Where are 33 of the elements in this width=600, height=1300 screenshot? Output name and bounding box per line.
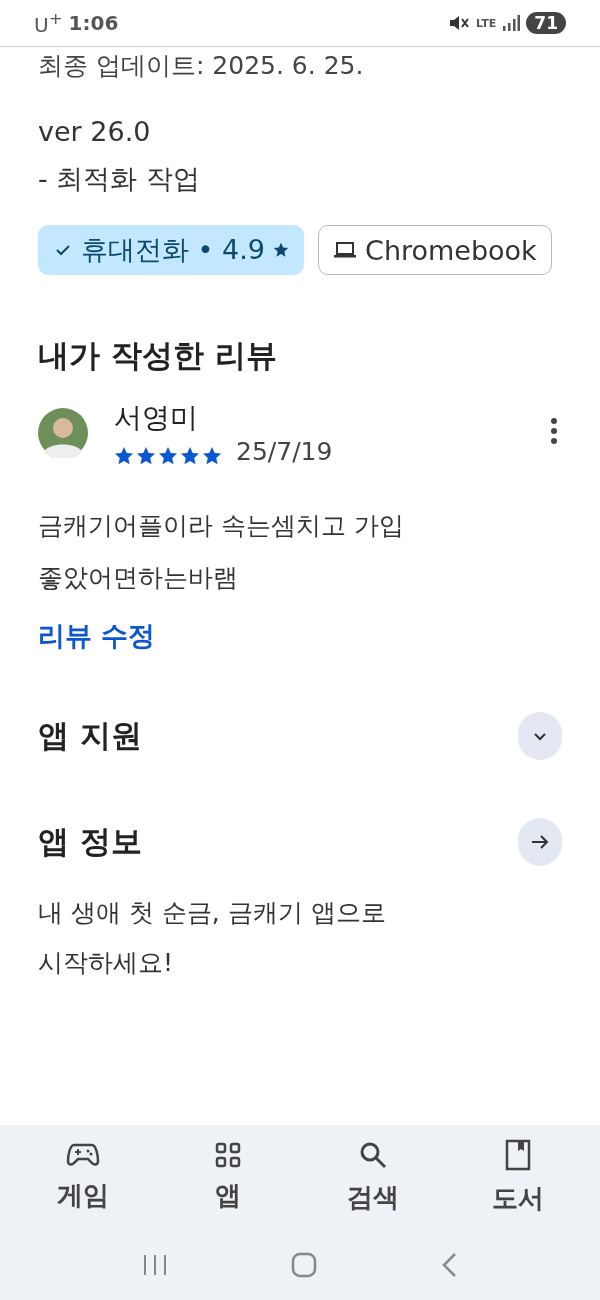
nav-tab[interactable]: 검색 [317, 1125, 428, 1230]
mute-icon [448, 13, 471, 33]
review-text: 금캐기어플이라 속는셈치고 가입 좋았어면하는바램 [38, 510, 405, 594]
section-title: 내가 작성한 리뷰 [38, 336, 278, 375]
forward-arrow-button[interactable] [518, 818, 562, 866]
edit-review-link[interactable]: 리뷰 수정 [38, 618, 562, 654]
recent-apps-icon[interactable] [141, 1253, 168, 1277]
laptop-icon [333, 240, 358, 260]
book-icon [504, 1139, 531, 1171]
nav-tab[interactable]: 앱 [172, 1125, 283, 1230]
star-icon [273, 242, 290, 258]
section-title: 앱 정보 [38, 822, 142, 861]
last-updated: 최종 업데이트: 2025. 6. 25. [38, 50, 365, 82]
avatar [38, 407, 88, 458]
release-note: ver 26.0 [38, 116, 152, 147]
back-icon[interactable] [440, 1252, 459, 1278]
battery-level: 71 [526, 12, 566, 34]
device-chip[interactable]: 휴대전화 • 4.9 [38, 225, 305, 275]
clock-time: 1:06 [68, 11, 119, 35]
gamepad-icon [65, 1142, 100, 1168]
reviewer-name: 서영미 [114, 400, 199, 436]
release-note: - 최적화 작업 [38, 162, 201, 196]
review-date: 25/7/19 [236, 437, 333, 466]
carrier-name: U$^{+}$ [34, 9, 63, 37]
nav-tab[interactable]: 게임 [27, 1125, 138, 1230]
home-icon[interactable] [291, 1252, 317, 1278]
app-description: 내 생애 첫 순금, 금캐기 앱으로 시작하세요! [38, 897, 387, 979]
device-chip[interactable]: Chromebook [318, 225, 552, 275]
network-type: LTE [476, 16, 497, 30]
grid-icon [214, 1142, 241, 1168]
section-title: 앱 지원 [38, 716, 142, 755]
signal-icon [502, 14, 521, 32]
nav-tab[interactable]: 도서 [462, 1125, 573, 1230]
